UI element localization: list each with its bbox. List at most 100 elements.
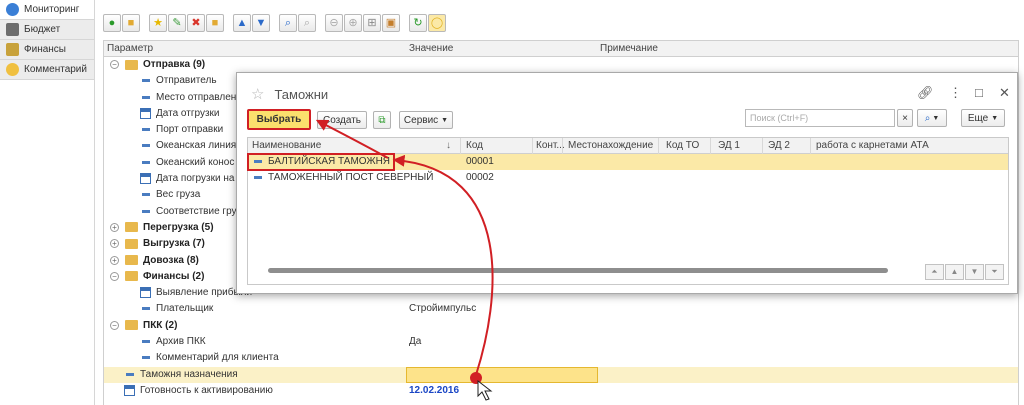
expand-button[interactable]: ⊕ bbox=[344, 14, 362, 32]
column-header-ata[interactable]: работа с карнетами АТА bbox=[816, 140, 929, 151]
calendar-icon bbox=[124, 384, 135, 396]
table-row[interactable]: − Отправка (9) bbox=[104, 57, 1018, 73]
report-button[interactable]: ▣ bbox=[382, 14, 400, 32]
refresh-button[interactable]: ↻ bbox=[409, 14, 427, 32]
money-icon bbox=[6, 43, 19, 56]
last-page-icon[interactable]: ⏷ bbox=[985, 264, 1004, 280]
attribute-icon bbox=[126, 372, 134, 376]
copy-icon: ⧉ bbox=[378, 114, 386, 126]
collapse-toggle-icon[interactable]: − bbox=[110, 60, 119, 69]
horizontal-scrollbar[interactable] bbox=[260, 268, 900, 274]
attribute-icon bbox=[142, 340, 150, 344]
hierarchy-button[interactable]: ⊞ bbox=[363, 14, 381, 32]
favorite-button[interactable]: ★ bbox=[149, 14, 167, 32]
create-button[interactable]: Создать bbox=[317, 111, 367, 129]
row-label: Таможня назначения bbox=[140, 368, 238, 380]
expand-toggle-icon[interactable]: + bbox=[110, 222, 119, 232]
table-row[interactable]: ТАМОЖЕННЫЙ ПОСТ СЕВЕРНЫЙ 00002 bbox=[248, 170, 1008, 186]
table-row[interactable]: Комментарий для клиента bbox=[104, 350, 1018, 366]
search-input[interactable]: Поиск (Ctrl+F) bbox=[745, 109, 895, 127]
attribute-icon bbox=[142, 356, 150, 360]
add-button[interactable]: ● bbox=[103, 14, 121, 32]
expand-toggle-icon[interactable]: + bbox=[110, 255, 119, 265]
customs-value-field[interactable] bbox=[406, 366, 598, 383]
scrollbar-thumb[interactable] bbox=[268, 268, 888, 273]
nav-item-label: Финансы bbox=[24, 44, 66, 55]
column-header-param[interactable]: Параметр bbox=[107, 43, 153, 54]
list-navigation: ⏶ ▲ ▼ ⏷ bbox=[924, 264, 1004, 280]
row-label: Место отправлени bbox=[156, 91, 242, 103]
attribute-icon bbox=[142, 193, 150, 197]
copy-button[interactable]: ⧉ bbox=[373, 111, 391, 129]
row-label: Архив ПКК bbox=[156, 336, 206, 348]
table-row[interactable]: − ПКК (2) bbox=[104, 318, 1018, 334]
column-header-note[interactable]: Примечание bbox=[600, 43, 658, 54]
table-row[interactable]: Плательщик Стройимпульс bbox=[104, 301, 1018, 317]
column-header-ed2[interactable]: ЭД 2 bbox=[768, 140, 790, 151]
selected-row-callout bbox=[247, 153, 395, 171]
plus-circle-icon: ⊕ bbox=[348, 16, 358, 29]
collapse-toggle-icon[interactable]: − bbox=[110, 271, 119, 281]
row-label: Порт отправки bbox=[156, 124, 224, 136]
previous-page-icon[interactable]: ▲ bbox=[945, 264, 964, 280]
column-header-location[interactable]: Местонахождение bbox=[568, 140, 653, 151]
collapse-toggle-icon[interactable]: − bbox=[110, 320, 119, 330]
column-header-contact[interactable]: Конт... bbox=[536, 140, 565, 151]
nav-item-label: Бюджет bbox=[24, 24, 61, 35]
search-off-icon: ⌕ bbox=[303, 16, 311, 29]
select-button-label: Выбрать bbox=[256, 114, 302, 125]
clear-search-button[interactable]: × bbox=[897, 109, 913, 127]
column-header-name[interactable]: Наименование bbox=[252, 140, 321, 151]
nav-item-finance[interactable]: Финансы bbox=[0, 40, 94, 60]
dialog-title: ☆ Таможни bbox=[251, 85, 328, 103]
more-vertical-icon[interactable]: ⋮ bbox=[949, 85, 962, 101]
table-header: Параметр Значение Примечание bbox=[104, 41, 1018, 57]
star-icon: ★ bbox=[153, 16, 163, 29]
column-header-code[interactable]: Код bbox=[466, 140, 483, 151]
nav-item-budget[interactable]: Бюджет bbox=[0, 20, 94, 40]
service-menu-button[interactable]: Сервис ▼ bbox=[399, 111, 453, 129]
row-label: Дата отгрузки bbox=[156, 107, 220, 119]
folder-icon bbox=[125, 59, 138, 70]
attribute-icon bbox=[142, 144, 150, 148]
nav-item-comment[interactable]: Комментарий bbox=[0, 60, 94, 80]
table-row-selected[interactable]: Таможня назначения bbox=[104, 366, 1018, 383]
link-icon[interactable]: 🔗︎ bbox=[917, 85, 934, 101]
row-value[interactable]: Стройимпульс bbox=[409, 303, 476, 314]
add-folder-button[interactable]: ■ bbox=[122, 14, 140, 32]
row-label: Дата погрузки на bbox=[156, 173, 235, 185]
nav-item-monitoring[interactable]: Мониторинг bbox=[0, 0, 94, 20]
column-header-customs-code[interactable]: Код ТО bbox=[666, 140, 699, 151]
row-label: Готовность к активированию bbox=[140, 384, 273, 396]
collapse-button[interactable]: ⊖ bbox=[325, 14, 343, 32]
row-value[interactable]: Да bbox=[409, 336, 421, 347]
select-button[interactable]: Выбрать bbox=[247, 109, 311, 130]
next-page-icon[interactable]: ▼ bbox=[965, 264, 984, 280]
edit-button[interactable]: ✎ bbox=[168, 14, 186, 32]
move-down-button[interactable]: ▼ bbox=[252, 14, 270, 32]
comment-icon: ◯ bbox=[430, 16, 444, 29]
row-label: Довозка (8) bbox=[143, 254, 199, 266]
move-up-button[interactable]: ▲ bbox=[233, 14, 251, 32]
table-row[interactable]: Готовность к активированию 12.02.2016 bbox=[104, 383, 1018, 399]
delete-button[interactable]: ✖ bbox=[187, 14, 205, 32]
more-button[interactable]: Еще ▼ bbox=[961, 109, 1005, 127]
find-button[interactable]: ⌕ bbox=[279, 14, 297, 32]
calculator-icon bbox=[6, 23, 19, 36]
star-icon[interactable]: ☆ bbox=[251, 85, 264, 103]
comment-button[interactable]: ◯ bbox=[428, 14, 446, 32]
main-toolbar: ● ■ ★ ✎ ✖ ■ ▲ ▼ ⌕ ⌕ ⊖ ⊕ ⊞ ▣ ↻ ◯ bbox=[103, 13, 447, 33]
search-button[interactable]: ⌕ ▼ bbox=[917, 109, 947, 127]
table-row[interactable]: Архив ПКК Да bbox=[104, 334, 1018, 350]
row-name: ТАМОЖЕННЫЙ ПОСТ СЕВЕРНЫЙ bbox=[268, 172, 434, 183]
move-to-folder-button[interactable]: ■ bbox=[206, 14, 224, 32]
attribute-icon bbox=[142, 79, 150, 83]
first-page-icon[interactable]: ⏶ bbox=[925, 264, 944, 280]
cancel-find-button[interactable]: ⌕ bbox=[298, 14, 316, 32]
expand-toggle-icon[interactable]: + bbox=[110, 239, 119, 249]
column-header-ed1[interactable]: ЭД 1 bbox=[718, 140, 740, 151]
maximize-icon[interactable]: □ bbox=[975, 85, 983, 100]
row-value[interactable]: 12.02.2016 bbox=[409, 385, 459, 396]
close-icon[interactable]: ✕ bbox=[999, 85, 1010, 101]
column-header-value[interactable]: Значение bbox=[409, 43, 453, 54]
